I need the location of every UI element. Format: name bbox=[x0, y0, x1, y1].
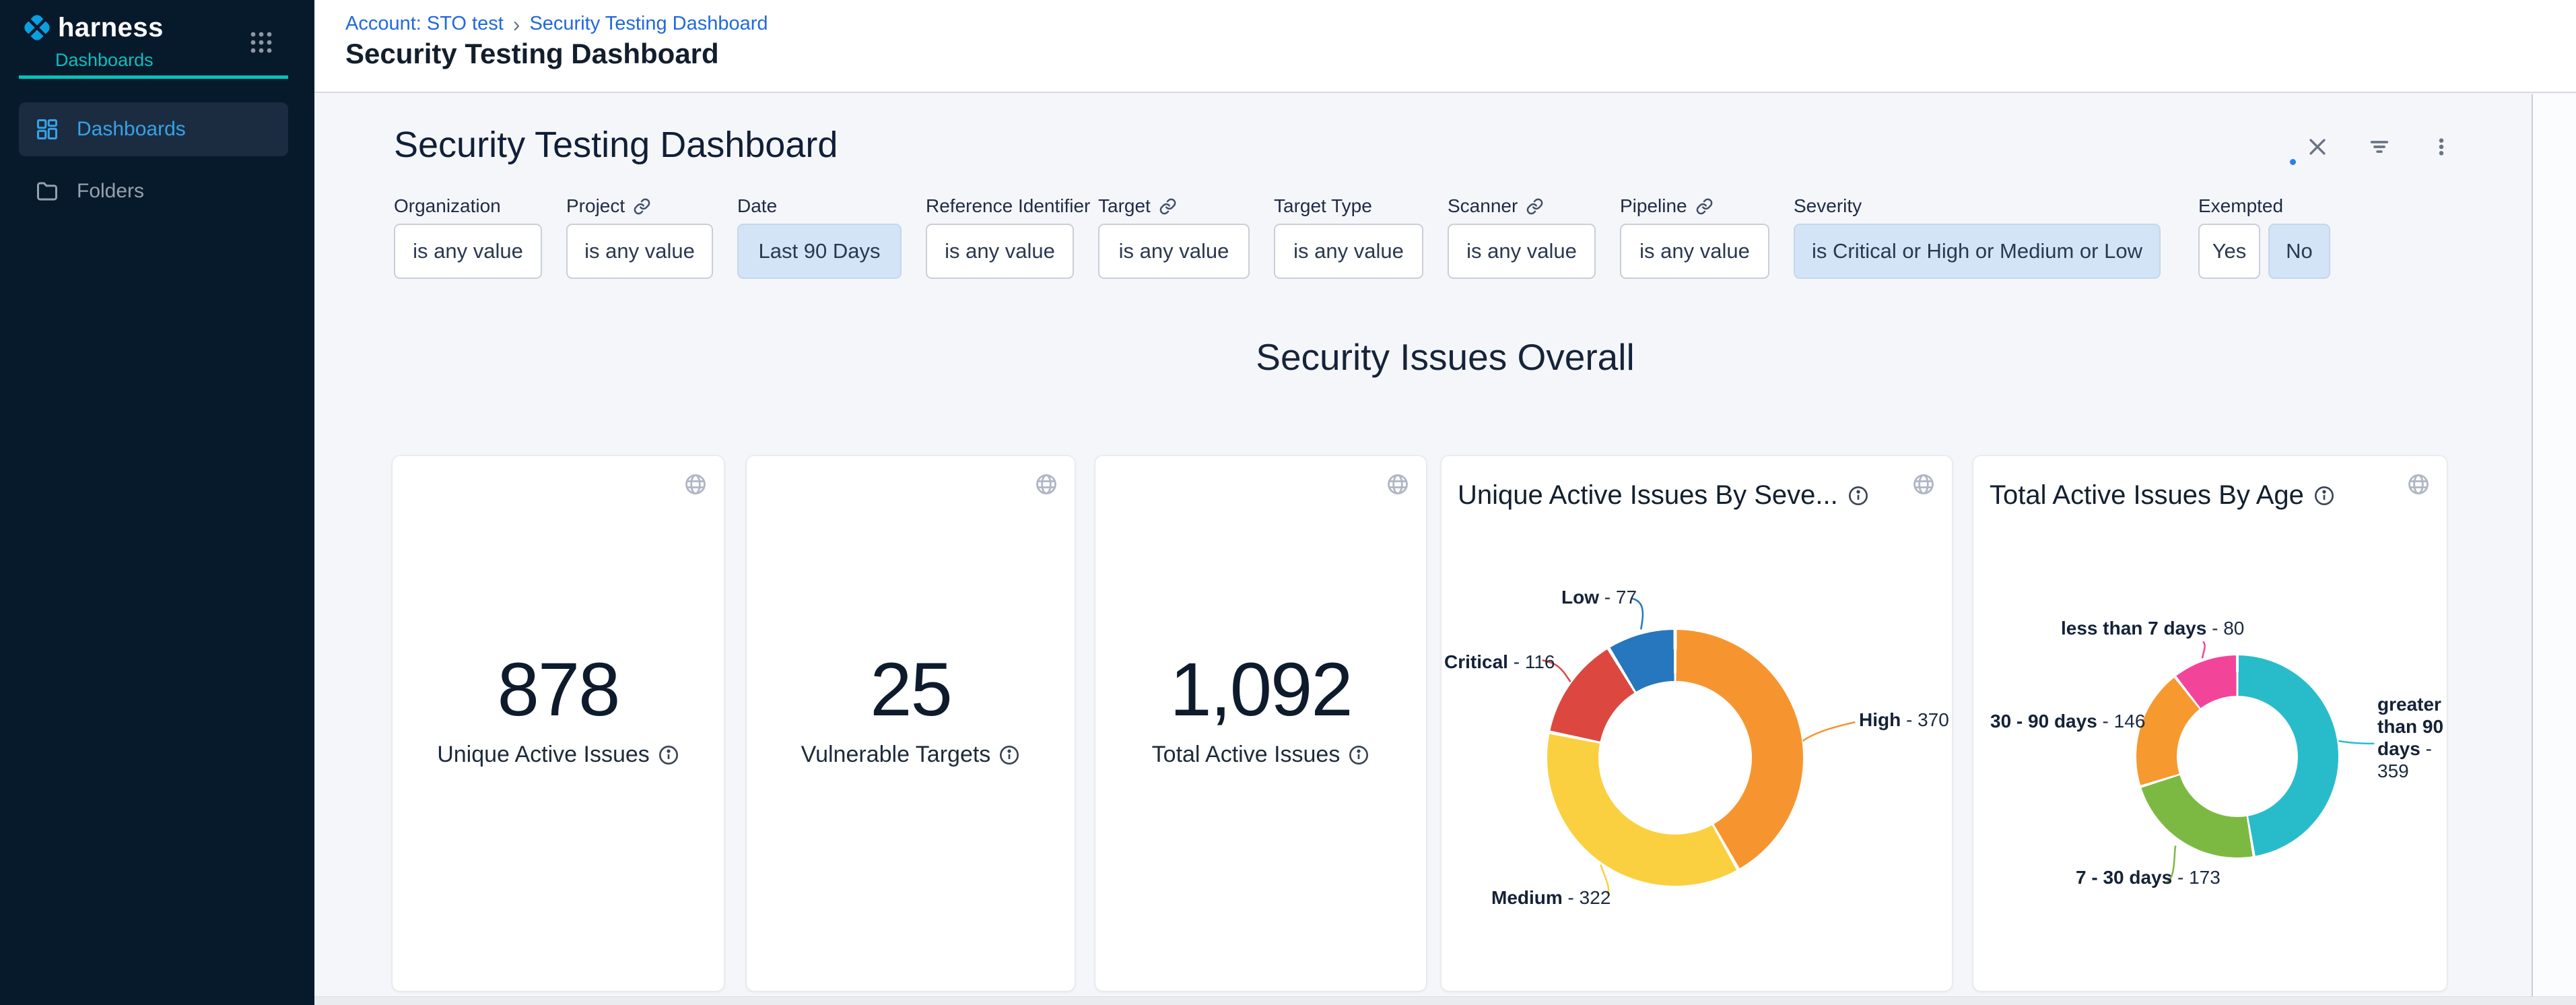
card-total-active-issues-by-age: Total Active Issues By Age less than 7 d… bbox=[1973, 455, 2447, 992]
filter-pipeline: Pipeline is any value bbox=[1620, 193, 1769, 279]
filter-label: Target Type bbox=[1274, 195, 1372, 217]
dashboard-canvas: Security Testing Dashboard Organization … bbox=[314, 94, 2576, 1005]
filter-label: Severity bbox=[1794, 195, 1862, 217]
section-title: Security Issues Overall bbox=[314, 335, 2576, 379]
apps-grid-icon[interactable] bbox=[249, 30, 273, 55]
sidebar-divider bbox=[19, 75, 288, 79]
filter-bar: Organization is any value Project is any… bbox=[394, 193, 2161, 279]
slice-label-7-30-days: 7 - 30 days173 bbox=[2076, 867, 2221, 888]
filter-label: Scanner bbox=[1448, 195, 1518, 217]
dashboards-icon bbox=[35, 117, 59, 141]
filter-label: Organization bbox=[394, 195, 501, 217]
filter-target-type-value[interactable]: is any value bbox=[1274, 224, 1423, 279]
slice-label-low: Low77 bbox=[1561, 587, 1637, 608]
card-unique-active-issues-by-severity: Unique Active Issues By Seve... Low77 Cr… bbox=[1441, 455, 1953, 992]
metric-value: 878 bbox=[393, 646, 724, 733]
filter-date-value[interactable]: Last 90 Days bbox=[737, 224, 902, 279]
slice-label-less-than-7-days: less than 7 days80 bbox=[2061, 618, 2244, 639]
filter-label: Pipeline bbox=[1620, 195, 1687, 217]
bottom-scrollbar-track[interactable] bbox=[314, 996, 2576, 1005]
filter-target: Target is any value bbox=[1098, 193, 1250, 279]
link-icon bbox=[1526, 197, 1544, 216]
chart-title: Total Active Issues By Age bbox=[1990, 480, 2304, 511]
breadcrumb: Account: STO test › Security Testing Das… bbox=[345, 12, 768, 35]
harness-logo-icon bbox=[20, 11, 54, 44]
slice-label-30-90-days: 30 - 90 days146 bbox=[1990, 711, 2145, 732]
filter-date: Date Last 90 Days bbox=[737, 193, 902, 279]
globe-icon[interactable] bbox=[1034, 472, 1058, 496]
filter-scanner-value[interactable]: is any value bbox=[1448, 224, 1596, 279]
info-icon[interactable] bbox=[658, 744, 679, 766]
donut-hole bbox=[2177, 696, 2298, 817]
sidebar-item-dashboards[interactable]: Dashboards bbox=[19, 102, 288, 156]
slice-label-greater-than-90-days: greater than 90 days359 bbox=[2377, 693, 2455, 782]
info-icon[interactable] bbox=[1848, 485, 1869, 507]
info-icon[interactable] bbox=[998, 744, 1020, 766]
filter-reference-identifier: Reference Identifier is any value bbox=[926, 193, 1074, 279]
card-unique-active-issues: 878 Unique Active Issues bbox=[392, 455, 724, 992]
dashboard-heading: Security Testing Dashboard bbox=[394, 124, 838, 166]
metric-label: Total Active Issues bbox=[1152, 742, 1341, 768]
filter-scanner: Scanner is any value bbox=[1448, 193, 1596, 279]
filter-severity: Severity is Critical or High or Medium o… bbox=[1794, 193, 2161, 279]
chevron-right-icon: › bbox=[513, 12, 520, 35]
link-icon bbox=[633, 197, 651, 216]
breadcrumb-account-link[interactable]: Account: STO test bbox=[345, 13, 504, 35]
page-title: Security Testing Dashboard bbox=[345, 38, 719, 70]
chart-title: Unique Active Issues By Seve... bbox=[1458, 480, 1838, 511]
filter-pipeline-value[interactable]: is any value bbox=[1620, 224, 1769, 279]
sidebar: harness Dashboards Dashboards Folders bbox=[0, 0, 314, 1005]
info-icon[interactable] bbox=[1348, 744, 1369, 766]
filter-label: Exempted bbox=[2198, 195, 2283, 217]
cursor-dot bbox=[2290, 159, 2296, 165]
slice-label-medium: Medium322 bbox=[1491, 887, 1611, 909]
folder-icon bbox=[35, 179, 59, 203]
kebab-menu-icon[interactable] bbox=[2428, 133, 2455, 160]
close-icon[interactable] bbox=[2304, 133, 2331, 160]
filter-label: Project bbox=[566, 195, 625, 217]
harness-logo[interactable]: harness bbox=[20, 11, 164, 44]
top-header: Account: STO test › Security Testing Das… bbox=[314, 0, 2576, 93]
filter-project: Project is any value bbox=[566, 193, 713, 279]
scrollbar-track[interactable] bbox=[2532, 94, 2576, 1005]
globe-icon[interactable] bbox=[1386, 472, 1410, 496]
filter-exempted: Exempted Yes No bbox=[2198, 193, 2330, 279]
sidebar-item-label: Dashboards bbox=[77, 118, 186, 141]
filter-project-value[interactable]: is any value bbox=[566, 224, 713, 279]
link-icon bbox=[1159, 197, 1177, 216]
card-vulnerable-targets: 25 Vulnerable Targets bbox=[746, 455, 1075, 992]
slice-label-critical: Critical116 bbox=[1444, 651, 1555, 673]
breadcrumb-dashboard-link[interactable]: Security Testing Dashboard bbox=[529, 13, 768, 35]
filter-reference-identifier-value[interactable]: is any value bbox=[926, 224, 1074, 279]
filter-organization-value[interactable]: is any value bbox=[394, 224, 542, 279]
logo-text: harness bbox=[58, 13, 164, 43]
metric-value: 25 bbox=[747, 646, 1075, 733]
filter-organization: Organization is any value bbox=[394, 193, 542, 279]
globe-icon[interactable] bbox=[683, 472, 708, 496]
filter-label: Reference Identifier bbox=[926, 195, 1090, 217]
product-label: Dashboards bbox=[55, 50, 154, 71]
card-total-active-issues: 1,092 Total Active Issues bbox=[1095, 455, 1427, 992]
filter-label: Target bbox=[1098, 195, 1151, 217]
filter-target-type: Target Type is any value bbox=[1274, 193, 1423, 279]
metric-label: Vulnerable Targets bbox=[801, 742, 991, 768]
exempted-no-button[interactable]: No bbox=[2268, 224, 2330, 279]
sidebar-item-folders[interactable]: Folders bbox=[19, 164, 288, 218]
sidebar-item-label: Folders bbox=[77, 180, 144, 203]
donut-hole bbox=[1598, 681, 1752, 835]
exempted-yes-button[interactable]: Yes bbox=[2198, 224, 2260, 279]
info-icon[interactable] bbox=[2313, 485, 2335, 507]
link-icon bbox=[1695, 197, 1714, 216]
dashboard-toolbar bbox=[2304, 133, 2455, 160]
filter-label: Date bbox=[737, 195, 777, 217]
metric-value: 1,092 bbox=[1095, 646, 1426, 733]
slice-label-high: High370 bbox=[1859, 709, 1949, 731]
globe-icon[interactable] bbox=[2406, 472, 2431, 496]
metric-label: Unique Active Issues bbox=[437, 742, 650, 768]
globe-icon[interactable] bbox=[1911, 472, 1936, 496]
filter-icon[interactable] bbox=[2366, 133, 2393, 160]
filter-target-value[interactable]: is any value bbox=[1098, 224, 1250, 279]
filter-severity-value[interactable]: is Critical or High or Medium or Low bbox=[1794, 224, 2161, 279]
